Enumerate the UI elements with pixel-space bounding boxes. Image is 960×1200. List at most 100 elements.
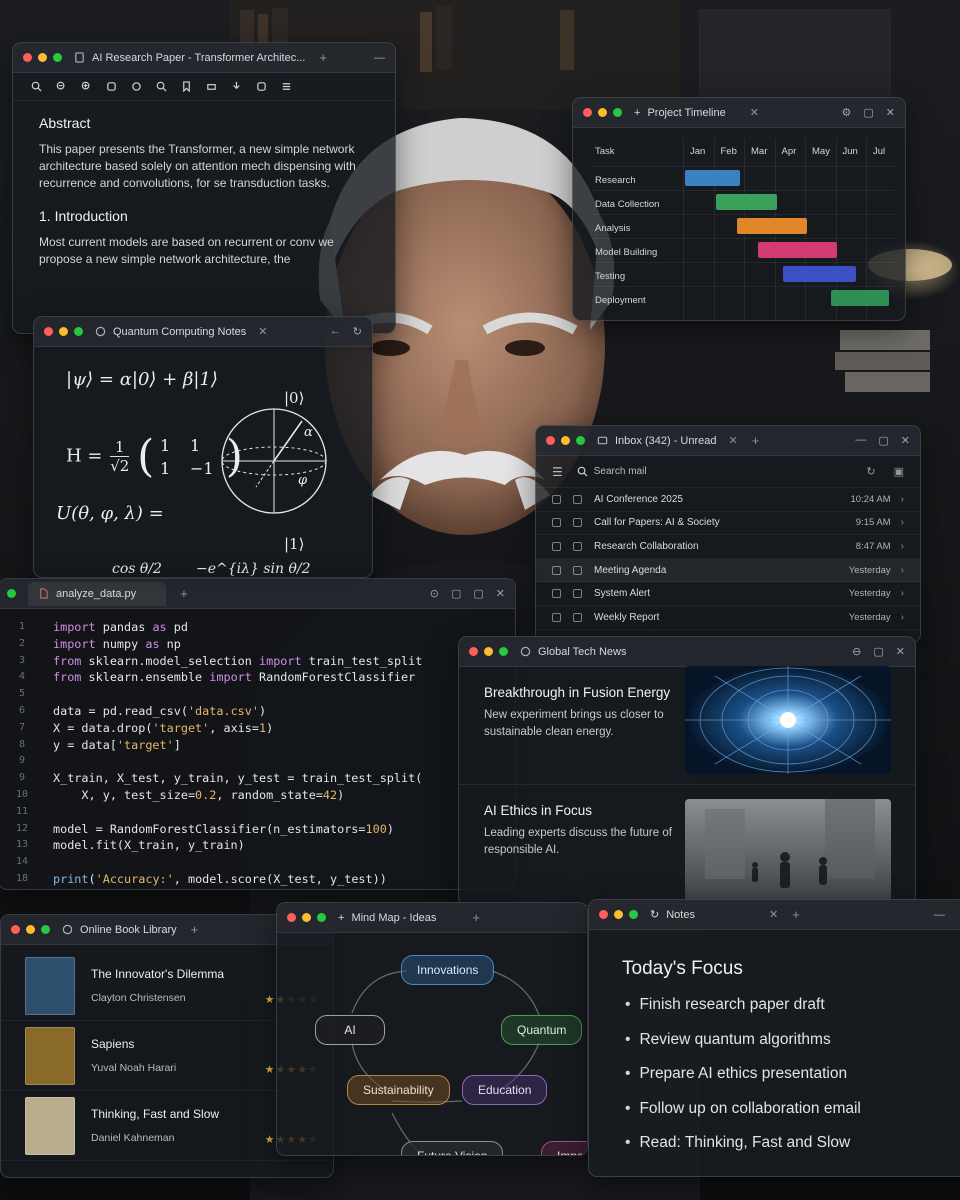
- chevron-right-icon[interactable]: ›: [901, 588, 904, 599]
- highlight-icon[interactable]: [106, 81, 117, 92]
- tab-title[interactable]: Mind Map - Ideas: [351, 912, 436, 924]
- new-tab-plus-icon[interactable]: +: [180, 586, 188, 601]
- new-tab-plus-icon[interactable]: +: [319, 50, 327, 65]
- close-button[interactable]: [287, 913, 296, 922]
- close-button[interactable]: [583, 108, 592, 117]
- select-checkbox[interactable]: [552, 589, 561, 599]
- add-tab-plus-icon[interactable]: +: [472, 910, 480, 925]
- zoom-in-icon[interactable]: [81, 81, 92, 92]
- search-input[interactable]: Search mail: [594, 466, 647, 477]
- focus-item[interactable]: Follow up on collaboration email: [625, 1100, 960, 1135]
- maximize-button[interactable]: [317, 913, 326, 922]
- new-tab-plus-icon[interactable]: +: [752, 433, 760, 448]
- minimize-button[interactable]: [302, 913, 311, 922]
- task-bar[interactable]: [831, 290, 890, 306]
- maximize-button[interactable]: [7, 589, 16, 598]
- select-checkbox[interactable]: [552, 518, 561, 528]
- email-row[interactable]: Meeting Agenda Yesterday ›: [536, 558, 920, 583]
- split-view-icon[interactable]: ▢: [451, 587, 461, 600]
- close-button[interactable]: [599, 910, 608, 919]
- new-tab-plus-icon[interactable]: +: [338, 912, 344, 924]
- maximize-button[interactable]: [74, 327, 83, 336]
- maximize-button[interactable]: [613, 108, 622, 117]
- email-row[interactable]: AI Conference 2025 10:24 AM ›: [536, 488, 920, 512]
- ai-ethics-image[interactable]: [685, 799, 891, 905]
- book-title[interactable]: Sapiens: [91, 1037, 176, 1051]
- node-sustainability[interactable]: Sustainability: [347, 1075, 450, 1105]
- history-icon[interactable]: ⊙: [430, 587, 439, 600]
- lock-icon[interactable]: ⊖: [852, 645, 861, 658]
- news-article[interactable]: Breakthrough in Fusion Energy New experi…: [459, 666, 915, 785]
- maximize-button[interactable]: [576, 436, 585, 445]
- menu-icon[interactable]: [281, 81, 292, 92]
- new-tab-plus-icon[interactable]: +: [792, 907, 800, 922]
- star-checkbox[interactable]: [573, 541, 582, 551]
- minimize-button[interactable]: [59, 327, 68, 336]
- zoom-out-icon[interactable]: [56, 81, 67, 92]
- task-bar[interactable]: [715, 194, 777, 210]
- new-tab-plus-icon[interactable]: +: [634, 107, 640, 119]
- close-window-icon[interactable]: ✕: [896, 645, 905, 658]
- book-cover[interactable]: [25, 1096, 75, 1155]
- download-icon[interactable]: [231, 81, 242, 92]
- email-row[interactable]: Research Collaboration 8:47 AM ›: [536, 535, 920, 559]
- chevron-right-icon[interactable]: ›: [901, 541, 904, 552]
- share-icon[interactable]: [256, 81, 267, 92]
- book-cover[interactable]: [25, 1026, 75, 1085]
- close-tab-icon[interactable]: ✕: [750, 106, 759, 119]
- minimize-icon[interactable]: —: [934, 909, 945, 921]
- close-tab-icon[interactable]: ✕: [769, 908, 778, 921]
- chevron-right-icon[interactable]: ›: [901, 565, 904, 576]
- star-checkbox[interactable]: [573, 612, 582, 622]
- maximize-button[interactable]: [629, 910, 638, 919]
- email-row[interactable]: System Alert Yesterday ›: [536, 582, 920, 606]
- node-future-vision[interactable]: Future Vision: [401, 1141, 504, 1155]
- minimize-button[interactable]: [614, 910, 623, 919]
- star-checkbox[interactable]: [573, 589, 582, 599]
- book-title[interactable]: The Innovator's Dilemma: [91, 967, 224, 981]
- tab-title[interactable]: Inbox (342) - Unread: [615, 435, 717, 447]
- book-title[interactable]: Thinking, Fast and Slow: [91, 1107, 219, 1121]
- find-icon[interactable]: [156, 81, 167, 92]
- tab-title[interactable]: Quantum Computing Notes: [113, 326, 246, 338]
- book-cover[interactable]: [25, 956, 75, 1015]
- minimize-button[interactable]: [561, 436, 570, 445]
- task-bar[interactable]: [758, 242, 838, 258]
- active-tab[interactable]: analyze_data.py: [28, 581, 167, 606]
- close-button[interactable]: [23, 53, 32, 62]
- star-checkbox[interactable]: [573, 518, 582, 528]
- select-checkbox[interactable]: [552, 612, 561, 622]
- code-area[interactable]: 1 import pandas as pd 2 import numpy as np 3…: [0, 609, 515, 888]
- settings-icon[interactable]: ⚙: [842, 106, 852, 119]
- close-window-icon[interactable]: ✕: [886, 106, 895, 119]
- restore-icon[interactable]: ▢: [873, 645, 883, 658]
- chevron-right-icon[interactable]: ›: [901, 517, 904, 528]
- refresh-icon[interactable]: ↻: [866, 465, 875, 478]
- tab-title[interactable]: Online Book Library: [80, 924, 177, 936]
- news-article[interactable]: AI Ethics in Focus Leading experts discu…: [459, 785, 915, 905]
- archive-icon[interactable]: ▣: [894, 465, 904, 478]
- focus-item[interactable]: Finish research paper draft: [625, 996, 960, 1031]
- bookmark-icon[interactable]: [181, 81, 192, 92]
- node-ai[interactable]: AI: [315, 1015, 385, 1045]
- restore-icon[interactable]: ▢: [473, 587, 483, 600]
- tab-title[interactable]: Project Timeline: [647, 107, 725, 119]
- minimize-button[interactable]: [484, 647, 493, 656]
- node-education[interactable]: Education: [462, 1075, 548, 1105]
- task-bar[interactable]: [782, 266, 856, 282]
- focus-item[interactable]: Read: Thinking, Fast and Slow: [625, 1134, 960, 1169]
- minimize-icon[interactable]: —: [374, 52, 385, 64]
- focus-item[interactable]: Review quantum algorithms: [625, 1031, 960, 1066]
- node-impact[interactable]: Impact: [541, 1141, 587, 1155]
- reload-icon[interactable]: ↻: [353, 325, 362, 338]
- email-row[interactable]: Call for Papers: AI & Society 9:15 AM ›: [536, 512, 920, 536]
- star-checkbox[interactable]: [573, 565, 582, 575]
- tab-title[interactable]: Global Tech News: [538, 646, 626, 658]
- email-row[interactable]: Weekly Report Yesterday ›: [536, 606, 920, 630]
- annotate-icon[interactable]: [131, 81, 142, 92]
- close-tab-icon[interactable]: ✕: [258, 325, 267, 338]
- select-checkbox[interactable]: [552, 541, 561, 551]
- maximize-button[interactable]: [41, 925, 50, 934]
- minimize-icon[interactable]: —: [855, 434, 866, 447]
- star-checkbox[interactable]: [573, 494, 582, 504]
